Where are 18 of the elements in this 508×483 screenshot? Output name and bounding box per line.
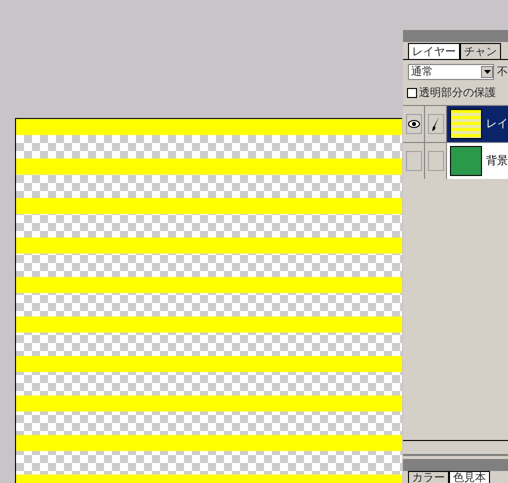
panel-tab[interactable]: レイヤー — [408, 43, 460, 59]
eye-icon — [408, 120, 420, 128]
panel-tab[interactable]: チャン — [460, 43, 501, 59]
brush-icon — [432, 117, 440, 131]
caret-icon — [484, 70, 490, 74]
layer-row[interactable]: 背景 — [447, 143, 508, 179]
panel-tab[interactable]: 色見本 — [449, 471, 490, 483]
edit-toggle[interactable] — [428, 114, 444, 134]
layer-row[interactable]: レイ — [447, 106, 508, 142]
opacity-label: 不 — [497, 64, 508, 80]
visibility-toggle[interactable] — [406, 114, 422, 134]
panel-tab[interactable]: カラー — [408, 471, 449, 483]
edit-toggle[interactable] — [428, 151, 444, 171]
checkbox-label: 透明部分の保護 — [419, 84, 496, 100]
checkbox[interactable] — [407, 88, 417, 98]
blend-mode-dropdown[interactable]: 通常 — [408, 64, 494, 80]
layer-thumbnail — [450, 109, 482, 139]
visibility-toggle[interactable] — [406, 151, 422, 171]
